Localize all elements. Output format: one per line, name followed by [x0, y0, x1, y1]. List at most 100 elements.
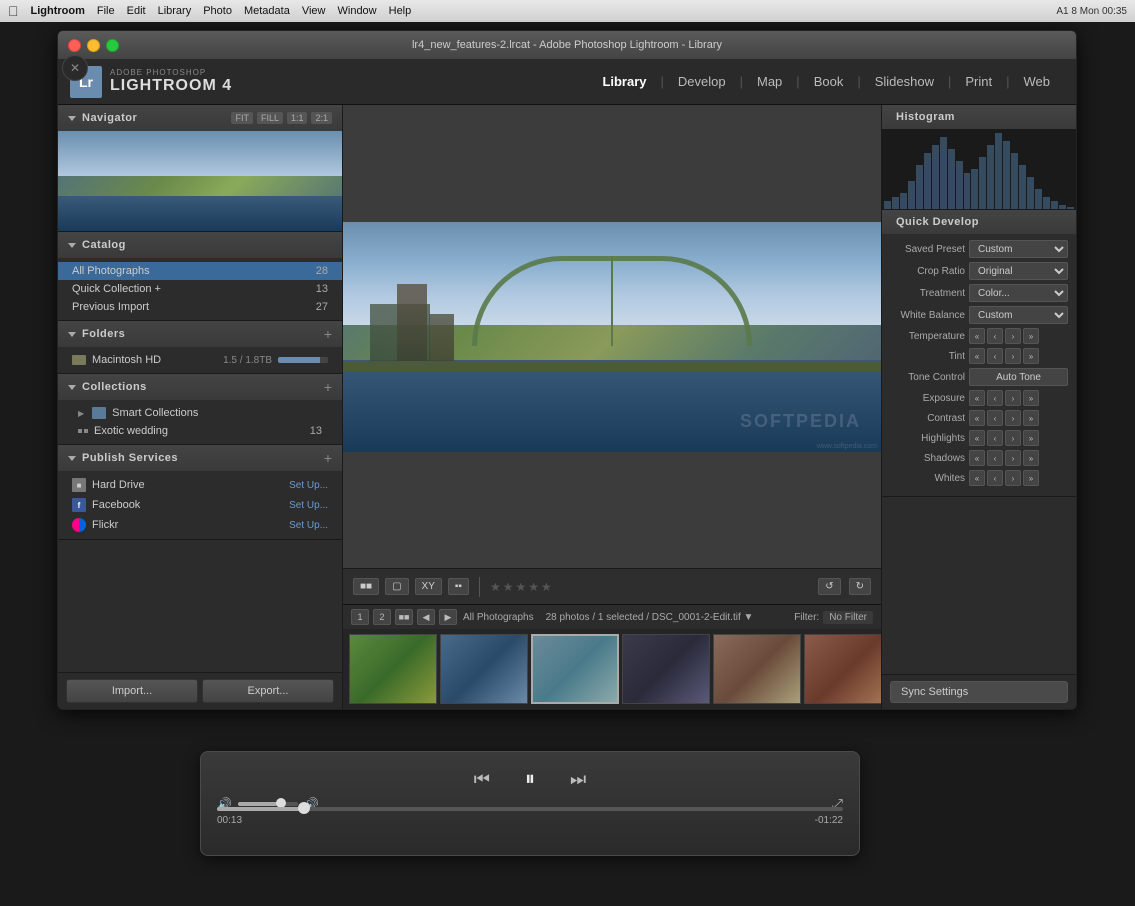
- traffic-light-yellow[interactable]: [87, 39, 100, 52]
- tint-dec-dec[interactable]: «: [969, 348, 985, 364]
- folders-header[interactable]: Folders +: [58, 321, 342, 347]
- exp-inc[interactable]: ›: [1005, 390, 1021, 406]
- traffic-light-green[interactable]: [106, 39, 119, 52]
- sh-dec[interactable]: ‹: [987, 450, 1003, 466]
- temp-dec[interactable]: ‹: [987, 328, 1003, 344]
- star-rating[interactable]: ★ ★ ★ ★ ★: [490, 580, 552, 594]
- exp-dec[interactable]: ‹: [987, 390, 1003, 406]
- folders-add-btn[interactable]: +: [324, 326, 332, 342]
- saved-preset-select[interactable]: Custom: [969, 240, 1068, 258]
- filmstrip-thumb-1[interactable]: [349, 634, 437, 704]
- rotate-left-btn[interactable]: ↺: [818, 578, 840, 595]
- filmstrip-page-1[interactable]: 1: [351, 609, 369, 625]
- sh-inc-inc[interactable]: »: [1023, 450, 1039, 466]
- filmstrip-thumb-5[interactable]: [713, 634, 801, 704]
- wh-dec[interactable]: ‹: [987, 470, 1003, 486]
- close-button[interactable]: ✕: [62, 55, 88, 81]
- compare-view-btn[interactable]: XY: [415, 578, 442, 595]
- menu-help[interactable]: Help: [389, 5, 412, 17]
- menu-metadata[interactable]: Metadata: [244, 5, 290, 17]
- collection-smart[interactable]: ▶ Smart Collections: [58, 404, 342, 422]
- zoom-fit[interactable]: FIT: [231, 112, 253, 124]
- star-3[interactable]: ★: [516, 580, 527, 594]
- filmstrip-page-2[interactable]: 2: [373, 609, 391, 625]
- hl-inc-inc[interactable]: »: [1023, 430, 1039, 446]
- menu-window[interactable]: Window: [338, 5, 377, 17]
- star-5[interactable]: ★: [541, 580, 552, 594]
- skip-forward-btn[interactable]: ⏭: [570, 769, 586, 790]
- treatment-select[interactable]: Color...: [969, 284, 1068, 302]
- hl-inc[interactable]: ›: [1005, 430, 1021, 446]
- nav-map[interactable]: Map: [743, 59, 796, 105]
- filmstrip-prev-btn[interactable]: ◀: [417, 609, 435, 625]
- zoom-fill[interactable]: FILL: [257, 112, 283, 124]
- histogram-header[interactable]: Histogram: [882, 105, 1076, 129]
- con-dec[interactable]: ‹: [987, 410, 1003, 426]
- temp-inc[interactable]: ›: [1005, 328, 1021, 344]
- nav-slideshow[interactable]: Slideshow: [861, 59, 948, 105]
- nav-print[interactable]: Print: [951, 59, 1006, 105]
- tint-dec[interactable]: ‹: [987, 348, 1003, 364]
- wb-select[interactable]: Custom: [969, 306, 1068, 324]
- publish-services-header[interactable]: Publish Services +: [58, 445, 342, 471]
- filmstrip-grid-btn[interactable]: ■■: [395, 609, 413, 625]
- sh-inc[interactable]: ›: [1005, 450, 1021, 466]
- publish-hard-drive[interactable]: ■ Hard Drive Set Up...: [58, 475, 342, 495]
- hl-dec-dec[interactable]: «: [969, 430, 985, 446]
- filmstrip-thumb-2[interactable]: [440, 634, 528, 704]
- star-4[interactable]: ★: [528, 580, 539, 594]
- auto-tone-btn[interactable]: Auto Tone: [969, 368, 1068, 386]
- collections-header[interactable]: Collections +: [58, 374, 342, 400]
- wh-dec-dec[interactable]: «: [969, 470, 985, 486]
- con-dec-dec[interactable]: «: [969, 410, 985, 426]
- exp-inc-inc[interactable]: »: [1023, 390, 1039, 406]
- con-inc-inc[interactable]: »: [1023, 410, 1039, 426]
- star-2[interactable]: ★: [503, 580, 514, 594]
- crop-ratio-select[interactable]: Original: [969, 262, 1068, 280]
- catalog-previous-import[interactable]: Previous Import 27: [58, 298, 342, 316]
- wh-inc[interactable]: ›: [1005, 470, 1021, 486]
- volume-slider[interactable]: [238, 802, 298, 806]
- catalog-all-photos[interactable]: All Photographs 28: [58, 262, 342, 280]
- export-button[interactable]: Export...: [202, 679, 334, 703]
- hl-dec[interactable]: ‹: [987, 430, 1003, 446]
- sync-settings-btn[interactable]: Sync Settings: [890, 681, 1068, 703]
- temp-inc-inc[interactable]: »: [1023, 328, 1039, 344]
- survey-view-btn[interactable]: ▪▪: [448, 578, 469, 595]
- menu-edit[interactable]: Edit: [127, 5, 146, 17]
- quick-develop-header[interactable]: Quick Develop: [882, 210, 1076, 234]
- collections-add-btn[interactable]: +: [324, 379, 332, 395]
- loupe-view-btn[interactable]: ▢: [385, 578, 408, 595]
- collection-exotic-wedding[interactable]: Exotic wedding 13: [58, 422, 342, 440]
- zoom-2-1[interactable]: 2:1: [311, 112, 332, 124]
- grid-view-btn[interactable]: ■■: [353, 578, 379, 595]
- filter-value[interactable]: No Filter: [823, 611, 873, 624]
- traffic-light-red[interactable]: [68, 39, 81, 52]
- temp-dec-dec[interactable]: «: [969, 328, 985, 344]
- navigator-header[interactable]: Navigator FIT FILL 1:1 2:1: [58, 105, 342, 131]
- publish-facebook-setup[interactable]: Set Up...: [289, 500, 328, 511]
- rotate-right-btn[interactable]: ↻: [849, 578, 871, 595]
- nav-web[interactable]: Web: [1010, 59, 1065, 105]
- catalog-header[interactable]: Catalog: [58, 232, 342, 258]
- nav-book[interactable]: Book: [800, 59, 858, 105]
- sh-dec-dec[interactable]: «: [969, 450, 985, 466]
- menu-lightroom[interactable]: Lightroom: [31, 5, 85, 17]
- nav-develop[interactable]: Develop: [664, 59, 740, 105]
- import-button[interactable]: Import...: [66, 679, 198, 703]
- star-1[interactable]: ★: [490, 580, 501, 594]
- menu-photo[interactable]: Photo: [203, 5, 232, 17]
- filmstrip-next-btn[interactable]: ▶: [439, 609, 457, 625]
- filmstrip-thumb-4[interactable]: [622, 634, 710, 704]
- publish-flickr-setup[interactable]: Set Up...: [289, 520, 328, 531]
- filmstrip-thumb-3[interactable]: [531, 634, 619, 704]
- publish-services-add-btn[interactable]: +: [324, 450, 332, 466]
- exp-dec-dec[interactable]: «: [969, 390, 985, 406]
- publish-hdd-setup[interactable]: Set Up...: [289, 480, 328, 491]
- menu-view[interactable]: View: [302, 5, 326, 17]
- publish-facebook[interactable]: f Facebook Set Up...: [58, 495, 342, 515]
- con-inc[interactable]: ›: [1005, 410, 1021, 426]
- pause-btn[interactable]: ⏸: [510, 760, 550, 800]
- zoom-1-1[interactable]: 1:1: [287, 112, 308, 124]
- wh-inc-inc[interactable]: »: [1023, 470, 1039, 486]
